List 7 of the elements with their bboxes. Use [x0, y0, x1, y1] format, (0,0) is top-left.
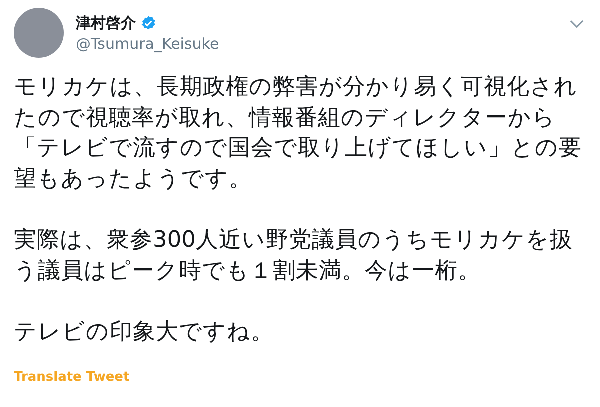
author-handle[interactable]: @Tsumura_Keisuke: [76, 34, 558, 52]
tweet-paragraph: モリカケは、長期政権の弊害が分かり易く可視化されたので視聴率が取れ、情報番組のディレクターから「テレビで流すので国会で取り上げてほしい」との要望もあったようです。: [14, 73, 583, 194]
avatar-placeholder[interactable]: [14, 8, 64, 58]
author-name[interactable]: 津村啓介: [76, 14, 136, 32]
tweet-paragraph: テレビの印象大ですね。: [14, 318, 275, 347]
caret-icon[interactable]: [570, 20, 584, 29]
tweet-paragraph: 実際は、衆参300人近い野党議員のうちモリカケを扱う議員はピーク時でも１割未満。今は一桁。: [14, 226, 574, 286]
